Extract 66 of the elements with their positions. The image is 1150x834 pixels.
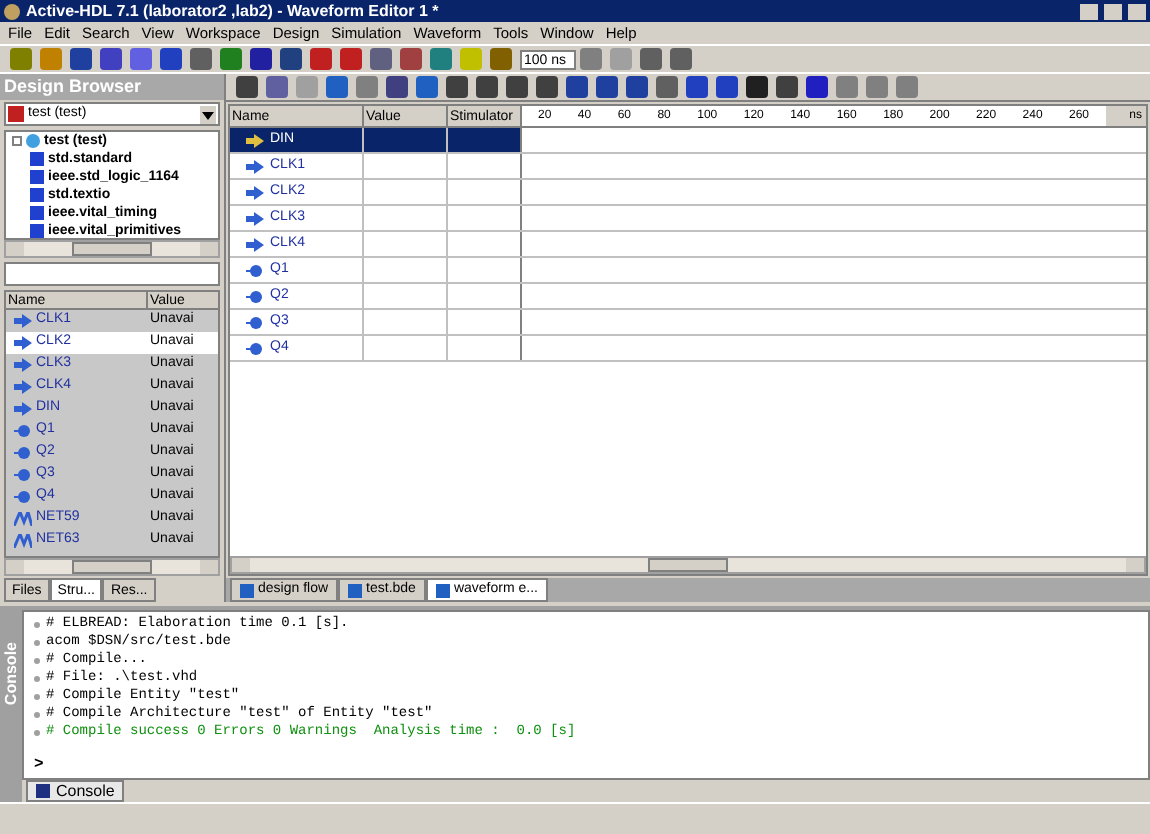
toolbar-icon[interactable] xyxy=(656,76,678,98)
filter-dropdown[interactable] xyxy=(4,262,220,286)
maximize-button[interactable] xyxy=(1104,3,1122,19)
toolbar-icon[interactable] xyxy=(746,76,768,98)
bullet-icon xyxy=(34,694,40,700)
design-icon xyxy=(8,106,24,122)
bullet-icon xyxy=(34,640,40,646)
minimize-button[interactable] xyxy=(1080,3,1098,19)
toolbar-icon[interactable] xyxy=(446,76,468,98)
toolbar-icon[interactable] xyxy=(266,76,288,98)
output-port-icon xyxy=(14,468,32,482)
dropdown-arrow-icon xyxy=(200,105,216,123)
output-port-icon xyxy=(14,446,32,460)
toolbar-icon[interactable] xyxy=(310,48,332,70)
console-sidebar: Console xyxy=(0,610,22,802)
toolbar-icon[interactable] xyxy=(596,76,618,98)
command-prompt[interactable]: > xyxy=(34,758,1148,774)
toolbar-icon[interactable] xyxy=(326,76,348,98)
toolbar-icon[interactable] xyxy=(536,76,558,98)
toolbar-icon[interactable] xyxy=(640,48,662,70)
bullet-icon xyxy=(34,622,40,628)
output-port-icon xyxy=(14,424,32,438)
bullet-icon xyxy=(34,730,40,736)
window-title: Active-HDL 7.1 (laborator2 ,lab2) - Waveform Editor 1 * xyxy=(26,3,439,19)
panel-header: Design Browser xyxy=(0,74,224,100)
toolbar-icon[interactable] xyxy=(70,48,92,70)
output-port-icon xyxy=(246,341,264,355)
toolbar-icon[interactable] xyxy=(370,48,392,70)
console-tab[interactable]: Console xyxy=(26,780,125,802)
document-icon xyxy=(240,583,254,597)
app-icon xyxy=(4,3,20,19)
toolbar-icon[interactable] xyxy=(670,48,692,70)
toolbar-icon[interactable] xyxy=(340,48,362,70)
toolbar-icon[interactable] xyxy=(250,48,272,70)
toolbar-icon[interactable] xyxy=(506,76,528,98)
document-icon xyxy=(348,583,363,597)
bullet-icon xyxy=(34,658,40,664)
toolbar-icon[interactable] xyxy=(160,48,182,70)
toolbar-icon[interactable] xyxy=(416,76,438,98)
toolbar-icon[interactable] xyxy=(686,76,708,98)
bullet-icon xyxy=(34,712,40,718)
document-icon xyxy=(435,583,450,597)
bullet-icon xyxy=(34,676,40,682)
toolbar-icon[interactable] xyxy=(716,76,738,98)
output-port-icon xyxy=(246,315,264,329)
output-port-icon xyxy=(14,490,32,504)
console-icon xyxy=(36,784,50,798)
horizontal-scrollbar[interactable] xyxy=(230,556,1146,574)
toolbar-icon[interactable] xyxy=(490,48,512,70)
horizontal-scrollbar[interactable] xyxy=(4,240,220,258)
toolbar-icon[interactable] xyxy=(386,76,408,98)
toolbar-icon[interactable] xyxy=(476,76,498,98)
toolbar-icon[interactable] xyxy=(190,48,212,70)
toolbar-icon[interactable] xyxy=(566,76,588,98)
output-port-icon xyxy=(246,289,264,303)
horizontal-scrollbar[interactable] xyxy=(4,558,220,576)
toolbar-icon[interactable] xyxy=(236,76,258,98)
toolbar-icon[interactable] xyxy=(626,76,648,98)
toolbar-icon[interactable] xyxy=(100,48,122,70)
close-button[interactable] xyxy=(1128,3,1146,19)
toolbar-icon[interactable] xyxy=(400,48,422,70)
toolbar-icon[interactable] xyxy=(806,76,828,98)
toolbar-icon[interactable] xyxy=(280,48,302,70)
toolbar-icon[interactable] xyxy=(776,76,798,98)
output-port-icon xyxy=(246,263,264,277)
collapse-icon xyxy=(12,136,22,146)
